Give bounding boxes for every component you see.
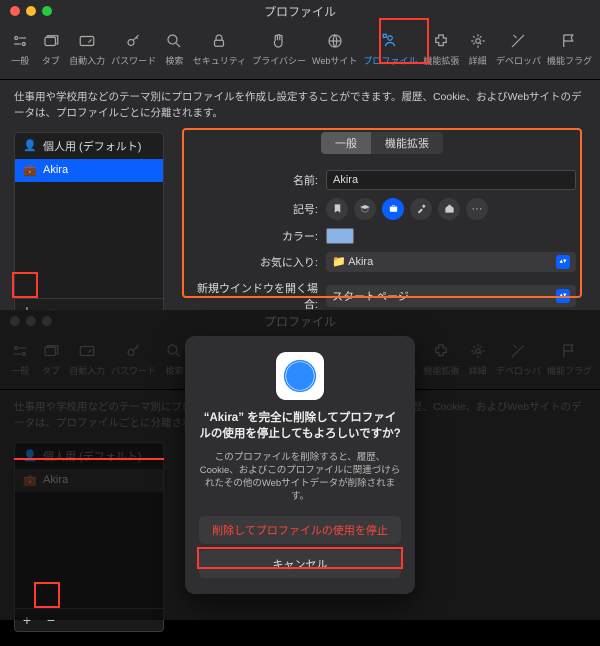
gear-icon: [469, 30, 487, 52]
tab-advanced[interactable]: 詳細: [463, 26, 492, 71]
subtab-extensions[interactable]: 機能拡張: [371, 132, 443, 154]
tab-websites[interactable]: Webサイト: [310, 26, 359, 71]
symbol-grad[interactable]: [354, 198, 376, 220]
search-icon: [165, 30, 183, 52]
color-swatch[interactable]: [326, 228, 354, 244]
globe-icon: [326, 30, 344, 52]
tab-security[interactable]: セキュリティ: [191, 26, 248, 71]
profile-row-akira[interactable]: 💼 Akira: [15, 159, 163, 182]
tab-tabs[interactable]: タブ: [37, 26, 66, 71]
profile-label: Akira: [43, 164, 68, 176]
symbol-bookmark[interactable]: [326, 198, 348, 220]
symbol-hammer[interactable]: [410, 198, 432, 220]
titlebar: プロファイル: [0, 0, 600, 22]
color-label: カラー:: [188, 228, 318, 244]
safari-icon: [276, 352, 324, 400]
preferences-toolbar: 一般 タブ 自動入力 パスワード 検索 セキュリティ プライバシー Webサイト…: [0, 22, 600, 80]
key-icon: [125, 30, 143, 52]
name-input[interactable]: [326, 170, 576, 190]
dialog-title: “Akira” を完全に削除してプロファイルの使用を停止してもよろしいですか?: [199, 410, 401, 442]
tab-flags[interactable]: 機能フラグ: [545, 26, 594, 71]
chevron-updown-icon: ▴▾: [556, 255, 570, 269]
symbol-more-button[interactable]: ···: [466, 198, 488, 220]
slider-icon: [11, 30, 29, 52]
description-text: 仕事用や学校用などのテーマ別にプロファイルを作成し設定することができます。履歴、…: [0, 80, 600, 132]
symbol-briefcase[interactable]: [382, 198, 404, 220]
puzzle-icon: [432, 30, 450, 52]
name-label: 名前:: [188, 172, 318, 188]
tab-general[interactable]: 一般: [6, 26, 35, 71]
wand-icon: [78, 30, 96, 52]
dialog-body: このプロファイルを削除すると、履歴、Cookie、およびこのプロファイルに関連づ…: [199, 451, 401, 504]
subtab-general[interactable]: 一般: [321, 132, 371, 154]
hand-icon: [270, 30, 288, 52]
preferences-window: プロファイル 一般 タブ 自動入力 パスワード 検索 セキュリティ プライバシー…: [0, 0, 600, 310]
new-window-label: 新規ウインドウを開く場合:: [188, 280, 318, 312]
delete-profile-dialog: “Akira” を完全に削除してプロファイルの使用を停止してもよろしいですか? …: [185, 336, 415, 593]
cancel-button[interactable]: キャンセル: [199, 550, 401, 578]
new-window-select[interactable]: スタートページ▴▾: [326, 285, 576, 307]
symbol-label: 記号:: [188, 201, 318, 217]
confirm-delete-button[interactable]: 削除してプロファイルの使用を停止: [199, 516, 401, 544]
profile-row-default[interactable]: 👤 個人用 (デフォルト): [15, 133, 163, 159]
tab-developer[interactable]: デベロッパ: [494, 26, 543, 71]
preferences-window-dimmed: プロファイル 一般 タブ 自動入力 パスワード 検索 セキュリティ プライバシー…: [0, 310, 600, 620]
hammer-wrench-icon: [509, 30, 527, 52]
window-title: プロファイル: [0, 3, 600, 20]
briefcase-icon: 💼: [23, 164, 37, 177]
profiles-sidebar: 👤 個人用 (デフォルト) 💼 Akira + −: [14, 132, 164, 322]
person-icon: 👤: [23, 139, 37, 152]
tab-privacy[interactable]: プライバシー: [250, 26, 308, 71]
profile-label: 個人用 (デフォルト): [43, 138, 141, 154]
favorites-select[interactable]: 📁 Akira▴▾: [326, 252, 576, 272]
favorites-label: お気に入り:: [188, 254, 318, 270]
person-grid-icon: [381, 30, 399, 52]
modal-overlay: “Akira” を完全に削除してプロファイルの使用を停止してもよろしいですか? …: [0, 310, 600, 620]
lock-icon: [210, 30, 228, 52]
tab-autofill[interactable]: 自動入力: [67, 26, 107, 71]
chevron-updown-icon: ▴▾: [556, 289, 570, 303]
symbol-house[interactable]: [438, 198, 460, 220]
flag-icon: [560, 30, 578, 52]
tab-search[interactable]: 検索: [160, 26, 189, 71]
tab-extensions[interactable]: 機能拡張: [421, 26, 461, 71]
tabs-icon: [42, 30, 60, 52]
tab-passwords[interactable]: パスワード: [109, 26, 158, 71]
tab-profiles[interactable]: プロファイル: [361, 26, 419, 71]
